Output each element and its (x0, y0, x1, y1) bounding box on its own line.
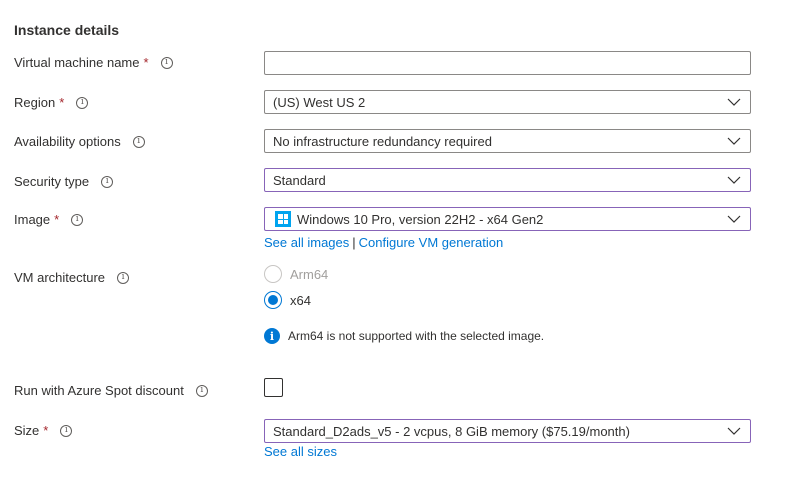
size-links: See all sizes (264, 444, 337, 459)
required-marker: * (143, 55, 149, 70)
image-label: Image (14, 212, 51, 227)
spot-label-row: Run with Azure Spot discount i (14, 383, 208, 398)
radio-x64[interactable]: x64 (264, 291, 311, 309)
security-value: Standard (273, 172, 326, 188)
vm-name-label: Virtual machine name (14, 55, 140, 70)
availability-value: No infrastructure redundancy required (273, 133, 492, 149)
link-separator: | (352, 235, 356, 250)
security-type-select[interactable]: Standard (264, 168, 751, 192)
required-marker: * (59, 95, 65, 110)
region-value: (US) West US 2 (273, 94, 366, 110)
region-select[interactable]: (US) West US 2 (264, 90, 751, 114)
info-icon[interactable]: i (160, 56, 173, 69)
size-select[interactable]: Standard_D2ads_v5 - 2 vcpus, 8 GiB memor… (264, 419, 751, 443)
security-label-row: Security type i (14, 174, 114, 189)
radio-label-arm64: Arm64 (290, 266, 329, 282)
chevron-down-icon (722, 420, 746, 442)
required-marker: * (54, 212, 60, 227)
vm-name-label-row: Virtual machine name * i (14, 55, 173, 70)
chevron-down-icon (722, 169, 746, 191)
windows-logo-icon (275, 211, 291, 227)
see-all-images-link[interactable]: See all images (264, 235, 349, 250)
availability-select[interactable]: No infrastructure redundancy required (264, 129, 751, 153)
required-marker: * (43, 423, 49, 438)
info-icon[interactable]: i (132, 135, 145, 148)
availability-label: Availability options (14, 134, 121, 149)
radio-label-x64: x64 (290, 292, 311, 308)
chevron-down-icon (722, 208, 746, 230)
info-icon[interactable]: i (76, 96, 89, 109)
spot-discount-checkbox[interactable] (264, 378, 283, 397)
configure-vm-generation-link[interactable]: Configure VM generation (359, 235, 504, 250)
size-label: Size (14, 423, 40, 438)
chevron-down-icon (722, 130, 746, 152)
availability-label-row: Availability options i (14, 134, 145, 149)
info-icon[interactable]: i (60, 424, 73, 437)
image-select[interactable]: Windows 10 Pro, version 22H2 - x64 Gen2 (264, 207, 751, 231)
see-all-sizes-link[interactable]: See all sizes (264, 444, 337, 459)
architecture-label: VM architecture (14, 270, 106, 285)
architecture-info-message: i Arm64 is not supported with the select… (264, 328, 544, 344)
size-label-row: Size * i (14, 423, 73, 438)
image-links: See all images | Configure VM generation (264, 235, 503, 250)
info-icon[interactable]: i (71, 213, 84, 226)
radio-button[interactable] (264, 291, 282, 309)
section-title: Instance details (14, 22, 120, 38)
chevron-down-icon (722, 91, 746, 113)
info-icon[interactable]: i (117, 271, 130, 284)
image-value: Windows 10 Pro, version 22H2 - x64 Gen2 (297, 211, 544, 227)
radio-button[interactable] (264, 265, 282, 283)
radio-arm64[interactable]: Arm64 (264, 265, 328, 283)
security-label: Security type (14, 174, 90, 189)
vm-name-input[interactable] (264, 51, 751, 75)
info-filled-icon: i (264, 328, 280, 344)
spot-label: Run with Azure Spot discount (14, 383, 184, 398)
info-icon[interactable]: i (101, 175, 114, 188)
size-value: Standard_D2ads_v5 - 2 vcpus, 8 GiB memor… (273, 423, 630, 439)
architecture-label-row: VM architecture i (14, 270, 130, 285)
info-message-text: Arm64 is not supported with the selected… (288, 329, 545, 343)
info-icon[interactable]: i (195, 384, 208, 397)
region-label-row: Region * i (14, 95, 89, 110)
region-label: Region (14, 95, 56, 110)
image-label-row: Image * i (14, 212, 84, 227)
radio-selected-dot (268, 295, 278, 305)
